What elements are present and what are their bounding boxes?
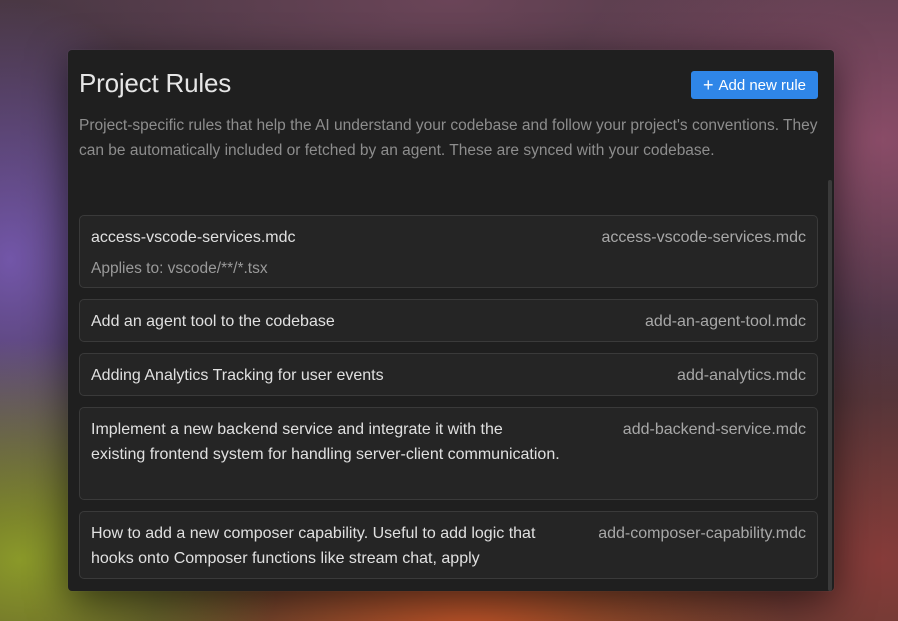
rule-item[interactable]: Add an agent tool to the codebase add-an…: [79, 299, 818, 342]
rule-filename: access-vscode-services.mdc: [601, 229, 807, 246]
project-rules-panel: Project Rules + Add new rule Project-spe…: [68, 50, 834, 591]
rule-filename: add-an-agent-tool.mdc: [645, 313, 806, 330]
rule-name: How to add a new composer capability. Us…: [91, 525, 536, 567]
rule-item[interactable]: Adding Analytics Tracking for user event…: [79, 353, 818, 396]
rule-item[interactable]: Implement a new backend service and inte…: [79, 407, 818, 500]
add-new-rule-button[interactable]: + Add new rule: [691, 71, 818, 99]
page-title: Project Rules: [79, 68, 232, 98]
rules-list: access-vscode-services.mdc Applies to: v…: [79, 215, 818, 590]
rule-name: Adding Analytics Tracking for user event…: [91, 367, 384, 384]
rule-filename: add-analytics.mdc: [677, 367, 806, 384]
rule-filename: add-backend-service.mdc: [622, 421, 806, 438]
rule-item[interactable]: access-vscode-services.mdc Applies to: v…: [79, 215, 818, 288]
rule-name: Add an agent tool to the codebase: [91, 313, 335, 330]
rule-item[interactable]: How to add a new composer capability. Us…: [79, 511, 818, 579]
plus-icon: +: [702, 75, 714, 95]
panel-description: Project-specific rules that help the AI …: [79, 117, 818, 159]
rule-filename: add-composer-capability.mdc: [598, 525, 806, 542]
rule-applies-to: Applies to: vscode/**/*.tsx: [91, 259, 268, 277]
rule-name: access-vscode-services.mdc: [91, 229, 296, 246]
scrollbar[interactable]: [828, 180, 832, 591]
rule-name: Implement a new backend service and inte…: [91, 421, 560, 463]
add-new-rule-label: Add new rule: [718, 76, 807, 94]
